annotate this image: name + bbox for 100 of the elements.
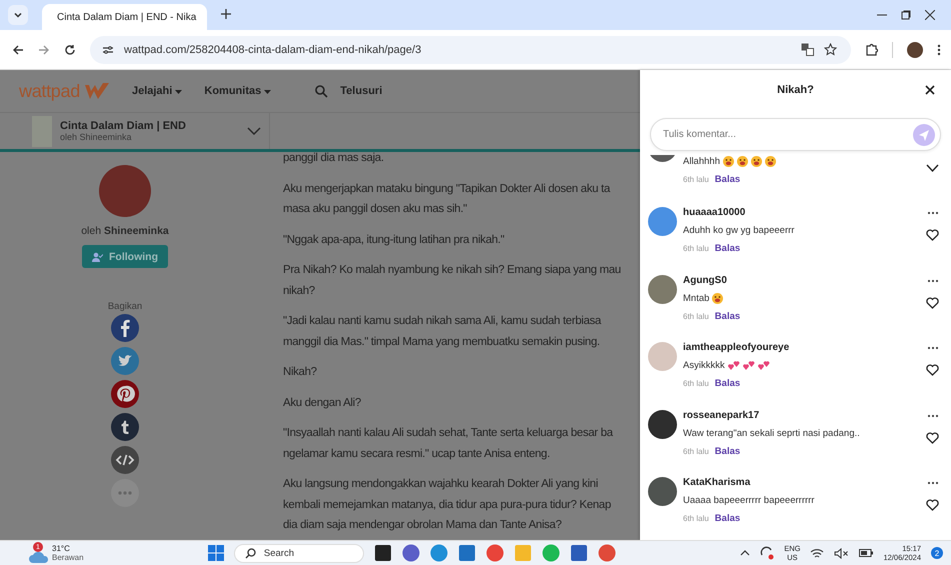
new-tab-icon[interactable] xyxy=(221,9,231,19)
story-paragraph: "Nggak apa-apa, itung-itung latihan pra nikah." xyxy=(283,232,506,248)
two-hearts-icon xyxy=(742,360,755,371)
comment-username[interactable]: iamtheappleofyoureye xyxy=(683,342,920,353)
close-icon[interactable] xyxy=(925,85,935,95)
battery-icon[interactable] xyxy=(859,549,874,557)
translate-icon[interactable] xyxy=(801,43,814,56)
heart-icon[interactable] xyxy=(926,364,939,376)
taskbar-search-field[interactable]: Search xyxy=(234,544,364,562)
two-hearts-icon xyxy=(758,360,770,371)
two-hearts-icon xyxy=(728,360,740,371)
tumblr-icon[interactable] xyxy=(111,413,139,441)
weather-cloud-icon[interactable] xyxy=(28,549,50,563)
extensions-icon[interactable] xyxy=(865,43,878,56)
heart-icon[interactable] xyxy=(926,229,939,241)
caret-icon xyxy=(264,90,272,94)
nav-menu[interactable]: Komunitas xyxy=(204,85,272,97)
story-paragraph: Nikah? xyxy=(283,365,318,380)
more-icon[interactable] xyxy=(927,414,939,418)
reply-link[interactable]: Balas xyxy=(714,513,740,524)
comment-time: 6th lalu xyxy=(683,175,709,184)
notification-badge[interactable]: 2 xyxy=(931,547,944,559)
comment-field[interactable]: Tulis komentar... xyxy=(650,118,941,151)
chevron-down-icon[interactable] xyxy=(926,163,939,175)
forward-icon[interactable] xyxy=(38,44,50,56)
story-paragraph: Aku langsung mendongakkan wajahku kearah Dokter Ali yang kini kembali memejamkan matanya, dia tidur apa pura-pura tidur? Kenap dia diam saja mendengar obrolan Mama dan Tante Anisa? xyxy=(283,477,612,533)
site-settings-icon[interactable] xyxy=(102,44,114,54)
windows-start-icon[interactable] xyxy=(208,545,224,561)
comment-text: Aduhh ko gw yg bapeeerrr xyxy=(683,225,794,236)
tab-title: Cinta Dalam Diam | END - Nika xyxy=(57,12,196,22)
comment-text: Waw terang"an sekali seprti nasi padang.. xyxy=(683,428,860,438)
wifi-icon[interactable] xyxy=(810,548,824,558)
story-paragraph: Aku dengan Ali? xyxy=(283,396,362,410)
comment-username[interactable]: AgungS0 xyxy=(683,274,920,286)
caret-icon xyxy=(175,90,182,94)
story-paragraph: Aku mengerjapkan mataku bingung "Tapikan Dokter Ali dosen aku ta masa aku panggil dosen aku mas sih." xyxy=(283,182,612,217)
more-icon[interactable] xyxy=(927,346,939,350)
more-icon[interactable] xyxy=(927,481,939,485)
comment-username[interactable]: rosseanepark17 xyxy=(683,410,920,420)
wattpad-w-icon xyxy=(84,82,110,100)
comment-text: Uaaaa bapeeerrrrr bapeeerrrrrr xyxy=(683,495,814,506)
twitter-bird-icon[interactable] xyxy=(111,347,139,375)
pinterest-icon[interactable] xyxy=(111,380,139,408)
comment-username[interactable]: KataKharisma xyxy=(683,477,920,488)
browser-tab[interactable]: Cinta Dalam Diam | END - Nika xyxy=(42,4,207,30)
chevron-up-icon[interactable] xyxy=(740,550,750,556)
caret-icon xyxy=(13,10,23,20)
profile-avatar[interactable] xyxy=(907,42,923,58)
search-icon[interactable] xyxy=(315,84,328,98)
comment-username[interactable]: huaaaa10000 xyxy=(683,207,920,218)
more-icon[interactable] xyxy=(927,278,939,282)
comment-time: 6th lalu xyxy=(683,379,709,388)
reply-link[interactable]: Balas xyxy=(714,174,740,185)
emoji-face-icon xyxy=(712,292,724,304)
panel-title: Nikah? xyxy=(777,84,814,96)
story-title[interactable]: Cinta Dalam Diam | END xyxy=(60,120,239,132)
comment-time: 6th lalu xyxy=(683,446,709,456)
code-icon[interactable] xyxy=(111,446,139,474)
emoji-face-icon xyxy=(750,156,762,167)
heart-icon[interactable] xyxy=(926,499,939,511)
menu-icon[interactable] xyxy=(937,44,941,56)
reply-link[interactable]: Balas xyxy=(714,243,740,254)
emoji-face-icon xyxy=(722,156,734,167)
temperature-text: 31°C xyxy=(52,544,71,553)
reply-link[interactable]: Balas xyxy=(714,310,740,322)
story-paragraph: Pra Nikah? Ko malah nyambung ke nikah sih? Emang siapa yang mau nikah? xyxy=(283,263,622,298)
reply-link[interactable]: Balas xyxy=(714,446,740,456)
comment-time: 6th lalu xyxy=(683,244,709,253)
comment-time: 6th lalu xyxy=(683,514,709,523)
address-field[interactable]: wattpad.com/258204408-cinta-dalam-diam-end-nikah/page/3 xyxy=(90,36,851,64)
sync-icon[interactable] xyxy=(760,546,774,560)
bookmark-star-icon[interactable] xyxy=(824,43,837,56)
author-byline[interactable]: oleh Shineeminka xyxy=(81,225,169,237)
story-author: oleh Shineeminka xyxy=(60,132,133,142)
author-avatar[interactable] xyxy=(99,165,151,217)
comment-text: Allahhhh xyxy=(683,156,720,167)
search-link[interactable]: Telusuri xyxy=(340,85,382,97)
story-paragraph: "Jadi kalau nanti kamu sudah nikah sama Ali, kamu sudah terbiasa manggil dia Mas." timpal Mama yang membuatku semakin pusing. xyxy=(283,314,602,350)
comment-time: 6th lalu xyxy=(683,312,709,320)
restore-icon[interactable] xyxy=(901,10,911,20)
close-window-icon[interactable] xyxy=(925,10,935,20)
comment-text: Asyikkkkk xyxy=(683,360,725,371)
muted-speaker-icon[interactable] xyxy=(834,548,850,558)
emoji-face-icon xyxy=(764,156,776,167)
story-paragraph: "Insyaallah nanti kalau Ali sudah sehat, Tante serta keluarga besar ba ngelamar kamu secara resmi." ucap tante Anisa enteng. xyxy=(283,426,614,462)
back-icon[interactable] xyxy=(12,44,24,56)
heart-icon[interactable] xyxy=(926,296,939,308)
commenter-avatar[interactable] xyxy=(648,477,677,506)
share-label: Bagikan xyxy=(108,301,142,312)
tab-list-button[interactable] xyxy=(8,5,28,25)
commenter-avatar[interactable] xyxy=(648,410,677,438)
facebook-icon[interactable] xyxy=(111,314,139,342)
reply-link[interactable]: Balas xyxy=(714,378,740,389)
heart-icon[interactable] xyxy=(926,432,939,444)
reload-icon[interactable] xyxy=(64,44,76,56)
nav-menu[interactable]: Jelajahi xyxy=(132,85,182,97)
emoji-face-icon xyxy=(736,156,748,167)
weather-condition: Berawan xyxy=(52,553,84,562)
story-paragraph: panggil dia mas saja. xyxy=(283,151,385,166)
more-icon[interactable] xyxy=(927,211,939,215)
